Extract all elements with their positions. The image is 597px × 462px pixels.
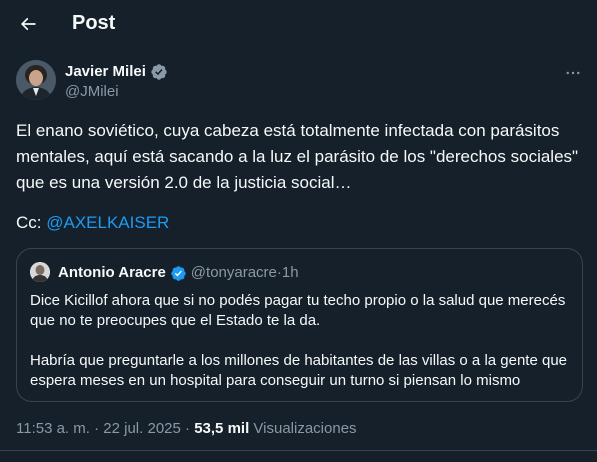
page-title: Post [72, 12, 116, 34]
quote-paragraph: Dice Kicillof ahora que si no podés paga… [30, 292, 566, 329]
avatar[interactable] [16, 60, 56, 100]
arrow-left-icon [20, 17, 36, 31]
cc-prefix: Cc: [16, 213, 47, 232]
quote-body: Dice Kicillof ahora que si no podés paga… [30, 291, 575, 411]
meta-separator: · [89, 420, 104, 437]
quoted-tweet[interactable]: Antonio Aracre @tonyaracre · 1h Dice Kic… [16, 248, 583, 402]
quote-paragraph: Habría que preguntarle a los millones de… [30, 352, 568, 389]
mention-link[interactable]: @AXELKAISER [46, 213, 169, 232]
verified-badge-icon [171, 265, 186, 281]
quote-header: Antonio Aracre @tonyaracre · 1h [58, 263, 299, 283]
author-handle[interactable]: @JMilei [65, 83, 119, 101]
tweet-cc-line: Cc: @AXELKAISER [16, 210, 169, 236]
quote-handle[interactable]: @tonyaracre [191, 263, 277, 283]
tweet-text: El enano soviético, cuya cabeza está tot… [16, 121, 579, 192]
back-button[interactable] [10, 6, 46, 42]
more-horizontal-icon [566, 71, 580, 75]
quote-time[interactable]: 1h [282, 263, 299, 283]
meta-separator: · [180, 420, 195, 437]
quote-author-name[interactable]: Antonio Aracre [58, 263, 166, 283]
tweet-date[interactable]: 22 jul. 2025 [103, 420, 181, 437]
more-options-button[interactable] [560, 60, 586, 86]
tweet-meta: 11:53 a. m. · 22 jul. 2025 · 53,5 mil Vi… [16, 420, 357, 438]
views-count: 53,5 mil [194, 420, 250, 437]
verified-badge-icon [151, 64, 167, 80]
quote-avatar[interactable] [30, 262, 50, 282]
author-name[interactable]: Javier Milei [65, 63, 168, 81]
page-header: Post [0, 0, 597, 48]
views-label: Visualizaciones [249, 420, 357, 437]
author-name-text: Javier Milei [65, 63, 146, 80]
tweet-time[interactable]: 11:53 a. m. [16, 420, 90, 437]
divider [0, 450, 597, 451]
